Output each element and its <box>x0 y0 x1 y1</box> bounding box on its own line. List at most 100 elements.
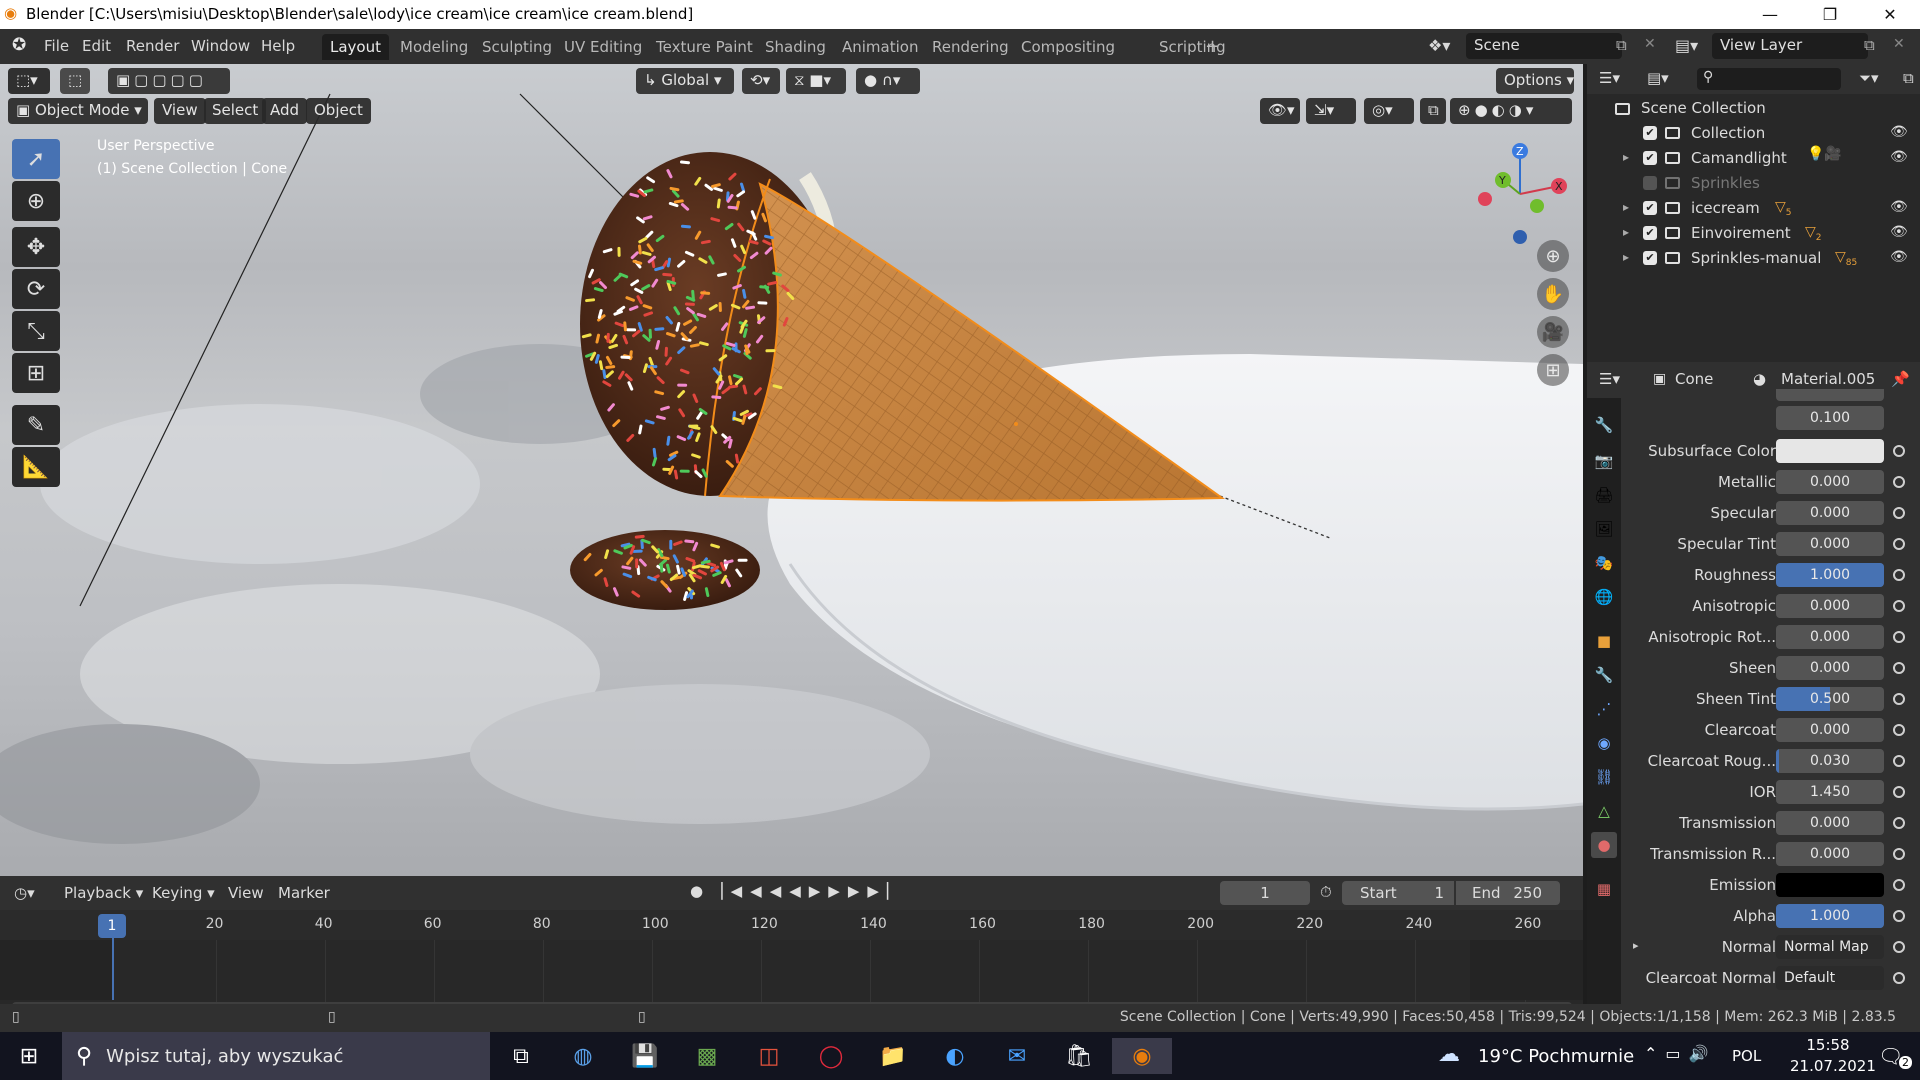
new-scene-icon[interactable]: ⧉ <box>1616 36 1627 54</box>
property-slider[interactable]: 1.000 <box>1776 563 1884 587</box>
property-value[interactable]: Default <box>1776 966 1884 990</box>
view-layer-browse-icon[interactable]: ▤▾ <box>1675 36 1698 55</box>
menu-object[interactable]: Object <box>306 98 371 124</box>
new-view-layer-icon[interactable]: ⧉ <box>1864 36 1875 54</box>
render-tab-icon[interactable]: 📷 <box>1591 448 1617 474</box>
outliner-item[interactable]: Sprinkles <box>1587 171 1920 196</box>
outliner-item[interactable]: ✔ Collection 👁 <box>1587 121 1920 146</box>
view-layer-tab-icon[interactable]: 🖼 <box>1591 516 1617 542</box>
menu-render[interactable]: Render <box>126 37 179 55</box>
visibility-eye-icon[interactable]: 👁 <box>1890 224 1908 240</box>
timeline-view-menu[interactable]: View <box>228 884 264 902</box>
tab-layout[interactable]: Layout <box>322 34 389 60</box>
menu-view[interactable]: View <box>154 98 206 124</box>
exclude-checkbox[interactable]: ✔ <box>1643 226 1657 240</box>
property-slider[interactable]: 0.000 <box>1776 594 1884 618</box>
world-tab-icon[interactable]: 🌐 <box>1591 584 1617 610</box>
ortho-grid-icon[interactable]: ⊞ <box>1537 354 1569 386</box>
edge-icon[interactable]: ◐ <box>930 1038 980 1074</box>
constraints-tab-icon[interactable]: ⛓ <box>1591 764 1617 790</box>
property-slider[interactable]: 0.000 <box>1776 656 1884 680</box>
outliner-editor-icon[interactable]: ☰▾ <box>1599 69 1620 87</box>
partial-field[interactable] <box>1776 389 1884 401</box>
scene-tab-icon[interactable]: 🎭 <box>1591 550 1617 576</box>
physics-tab-icon[interactable]: ◉ <box>1591 730 1617 756</box>
socket-link-icon[interactable] <box>1893 476 1905 488</box>
task-view-icon[interactable]: ⧉ <box>496 1038 546 1074</box>
delete-scene-icon[interactable]: ✕ <box>1644 36 1656 52</box>
camera-view-icon[interactable]: 🎥 <box>1537 316 1569 348</box>
socket-link-icon[interactable] <box>1893 693 1905 705</box>
socket-link-icon[interactable] <box>1893 538 1905 550</box>
minecraft-icon[interactable]: ▩ <box>682 1038 732 1074</box>
socket-link-icon[interactable] <box>1893 507 1905 519</box>
property-slider[interactable]: 1.000 <box>1776 904 1884 928</box>
socket-link-icon[interactable] <box>1893 972 1905 984</box>
texture-tab-icon[interactable]: ▦ <box>1591 876 1617 902</box>
pivot-point-icon[interactable]: ⟲▾ <box>742 68 780 94</box>
pin-icon[interactable]: 📌 <box>1891 370 1910 388</box>
properties-editor-icon[interactable]: ☰▾ <box>1599 370 1620 388</box>
maximize-button[interactable]: ❐ <box>1800 0 1860 29</box>
windows-start-icon[interactable]: ⊞ <box>4 1038 54 1074</box>
tab-rendering[interactable]: Rendering <box>924 34 1017 60</box>
socket-link-icon[interactable] <box>1893 848 1905 860</box>
3d-viewport[interactable]: User Perspective (1) Scene Collection | … <box>0 64 1583 876</box>
menu-add[interactable]: Add <box>262 98 308 124</box>
property-slider[interactable]: 0.000 <box>1776 718 1884 742</box>
menu-help[interactable]: Help <box>261 37 295 55</box>
playback-menu[interactable]: Playback ▾ <box>64 884 143 902</box>
socket-link-icon[interactable] <box>1893 879 1905 891</box>
object-mode-select[interactable]: ▣ Object Mode ▾ <box>8 98 148 124</box>
tab-uv-editing[interactable]: UV Editing <box>556 34 650 60</box>
overlay-toggle-icon[interactable]: ◎▾ <box>1364 98 1414 124</box>
taskbar-search[interactable]: ⚲ Wpisz tutaj, aby wyszukać <box>62 1032 490 1080</box>
outliner-item[interactable]: ▸ ✔ Sprinkles-manual ▽85 👁 <box>1587 246 1920 271</box>
tool-rotate[interactable]: ⟳ <box>12 269 60 309</box>
tool-select-box[interactable]: ➚ <box>12 139 60 179</box>
visibility-eye-icon[interactable]: 👁 <box>1890 249 1908 265</box>
tool-cursor[interactable]: ⊕ <box>12 181 60 221</box>
keying-menu[interactable]: Keying ▾ <box>152 884 215 902</box>
socket-link-icon[interactable] <box>1893 600 1905 612</box>
filter-icon[interactable]: ⏷▾ <box>1859 69 1879 87</box>
add-workspace-button[interactable]: + <box>1197 32 1228 58</box>
socket-link-icon[interactable] <box>1893 631 1905 643</box>
scene-browse-icon[interactable]: ❖▾ <box>1428 36 1450 55</box>
visibility-eye-icon[interactable]: 👁 <box>1890 124 1908 140</box>
outliner-root[interactable]: Scene Collection <box>1587 96 1920 121</box>
partial-top-value[interactable]: 0.100 <box>1776 406 1884 430</box>
tool-measure[interactable]: 📐 <box>12 447 60 487</box>
close-button[interactable]: ✕ <box>1860 0 1920 29</box>
socket-link-icon[interactable] <box>1893 662 1905 674</box>
menu-window[interactable]: Window <box>191 37 250 55</box>
property-slider[interactable]: 0.500 <box>1776 687 1884 711</box>
tool-annotate[interactable]: ✎ <box>12 405 60 445</box>
clock-time[interactable]: 15:58 <box>1793 1036 1863 1054</box>
tab-texture-paint[interactable]: Texture Paint <box>648 34 761 60</box>
delete-view-layer-icon[interactable]: ✕ <box>1893 36 1905 52</box>
outliner-item[interactable]: ▸ ✔ Camandlight 👁 <box>1587 146 1920 171</box>
mail-icon[interactable]: ✉ <box>992 1038 1042 1074</box>
exclude-checkbox[interactable]: ✔ <box>1643 251 1657 265</box>
socket-link-icon[interactable] <box>1893 755 1905 767</box>
tool-move[interactable]: ✥ <box>12 227 60 267</box>
display-mode-icon[interactable]: ▤▾ <box>1647 69 1669 87</box>
outliner-search-input[interactable]: ⚲ <box>1697 68 1841 90</box>
tool-transform[interactable]: ⊞ <box>12 353 60 393</box>
menu-select[interactable]: Select <box>204 98 267 124</box>
start-frame-field[interactable]: Start 1 <box>1342 881 1454 905</box>
navigation-gizmo[interactable]: Z X Y <box>1470 139 1580 249</box>
menu-edit[interactable]: Edit <box>82 37 111 55</box>
property-slider[interactable]: 0.000 <box>1776 501 1884 525</box>
gizmo-toggle-icon[interactable]: ⇲▾ <box>1306 98 1356 124</box>
marker-menu[interactable]: Marker <box>278 884 330 902</box>
socket-link-icon[interactable] <box>1893 817 1905 829</box>
output-tab-icon[interactable]: 🖨 <box>1591 482 1617 508</box>
expand-arrow-icon[interactable]: ▸ <box>1623 200 1629 214</box>
socket-link-icon[interactable] <box>1893 445 1905 457</box>
playhead-marker[interactable]: 1 <box>98 914 126 938</box>
editor-type-icon[interactable]: ⬚▾ <box>8 68 50 94</box>
exclude-checkbox[interactable]: ✔ <box>1643 201 1657 215</box>
store-icon[interactable]: 🛍 <box>1054 1038 1104 1074</box>
